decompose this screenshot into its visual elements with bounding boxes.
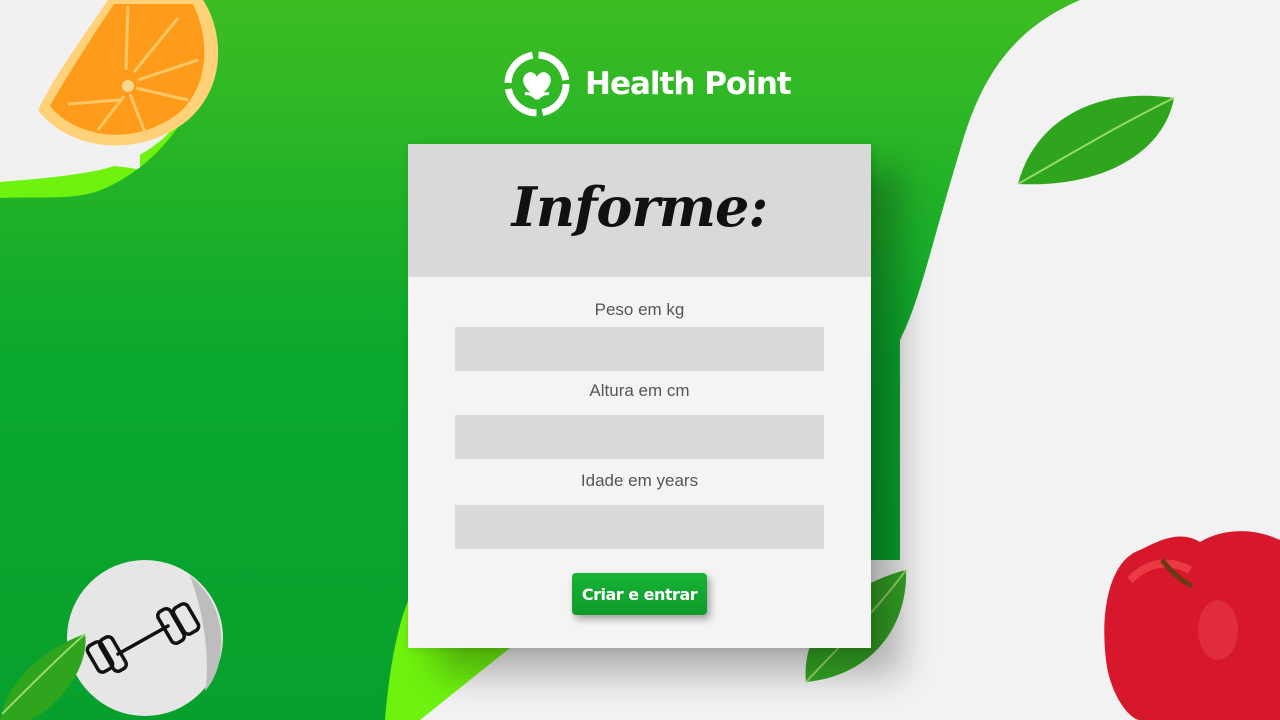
weight-input[interactable] xyxy=(455,327,824,371)
form-card: Informe: Peso em kg Altura em cm Idade e… xyxy=(408,144,871,648)
age-input[interactable] xyxy=(455,505,824,549)
brand: Health Point xyxy=(503,50,792,118)
height-label: Altura em cm xyxy=(589,381,690,400)
form-title: Informe: xyxy=(511,174,769,239)
orange-slice-image xyxy=(38,0,219,146)
submit-button[interactable]: Criar e entrar xyxy=(572,573,707,615)
age-label: Idade em years xyxy=(580,471,699,490)
weight-label: Peso em kg xyxy=(594,300,685,319)
leaf-image xyxy=(1017,95,1175,185)
apple-image xyxy=(1104,531,1280,720)
fitness-sticker xyxy=(0,560,223,720)
brand-name: Health Point xyxy=(585,66,792,102)
heart-sprout-icon xyxy=(504,51,570,117)
card-header: Informe: xyxy=(408,144,871,277)
height-input[interactable] xyxy=(455,415,824,459)
